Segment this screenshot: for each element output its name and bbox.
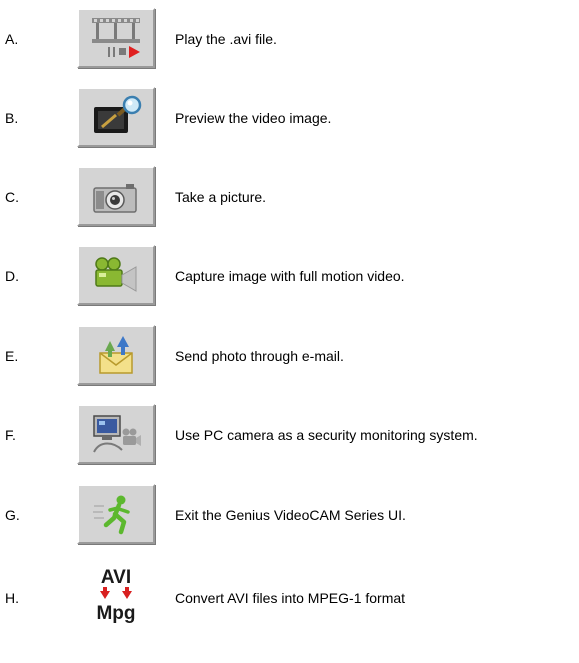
video-camera-icon: [95, 257, 137, 292]
item-description: Play the .avi file.: [175, 31, 277, 47]
list-item: G. Exit the Genius VideoCAM Series UI.: [0, 484, 579, 546]
list-item: C. Take a picture.: [0, 166, 579, 228]
convert-avi-button[interactable]: AVI Mpg: [77, 563, 155, 633]
item-description: Take a picture.: [175, 189, 267, 205]
item-letter: B.: [5, 110, 19, 126]
item-description: Capture image with full motion video.: [175, 268, 405, 284]
preview-magnifier-icon: [94, 95, 142, 133]
email-send-icon: [99, 336, 133, 374]
film-play-icon: [92, 18, 140, 58]
item-description: Convert AVI files into MPEG-1 format: [175, 590, 406, 606]
avi-to-mpg-icon: AVI Mpg: [96, 567, 135, 624]
list-item: H. AVI Mpg Convert AVI files into MPEG-1…: [0, 563, 579, 633]
item-letter: E.: [5, 348, 19, 364]
item-description: Exit the Genius VideoCAM Series UI.: [175, 507, 406, 523]
item-description: Send photo through e-mail.: [175, 348, 344, 364]
play-avi-button[interactable]: [77, 8, 155, 68]
page: { "items": [ {"letter": "A.", "descripti…: [0, 0, 579, 663]
item-letter: C.: [5, 189, 19, 205]
list-item: B. Preview the video image.: [0, 87, 579, 149]
preview-video-button[interactable]: [77, 87, 155, 147]
item-letter: H.: [5, 590, 19, 606]
item-description: Use PC camera as a security monitoring s…: [175, 427, 478, 443]
list-item: E. Send photo through e-mail.: [0, 325, 579, 387]
camera-icon: [93, 184, 137, 213]
list-item: A. Play the .avi file.: [0, 8, 579, 70]
item-letter: A.: [5, 31, 19, 47]
take-picture-button[interactable]: [77, 166, 155, 226]
item-letter: F.: [5, 427, 16, 443]
send-email-button[interactable]: [77, 325, 155, 385]
item-letter: D.: [5, 268, 19, 284]
exit-running-man-icon: [93, 495, 130, 535]
avi-label: AVI: [101, 567, 131, 588]
security-monitor-icon: [93, 415, 141, 453]
list-item: D. Capture image with full motion video.: [0, 245, 579, 307]
capture-video-button[interactable]: [77, 245, 155, 305]
mpg-label: Mpg: [96, 603, 135, 624]
exit-button[interactable]: [77, 484, 155, 544]
item-letter: G.: [5, 507, 20, 523]
security-monitor-button[interactable]: [77, 404, 155, 464]
list-item: F. Use PC camera as a security monitorin…: [0, 404, 579, 466]
item-description: Preview the video image.: [175, 110, 332, 126]
